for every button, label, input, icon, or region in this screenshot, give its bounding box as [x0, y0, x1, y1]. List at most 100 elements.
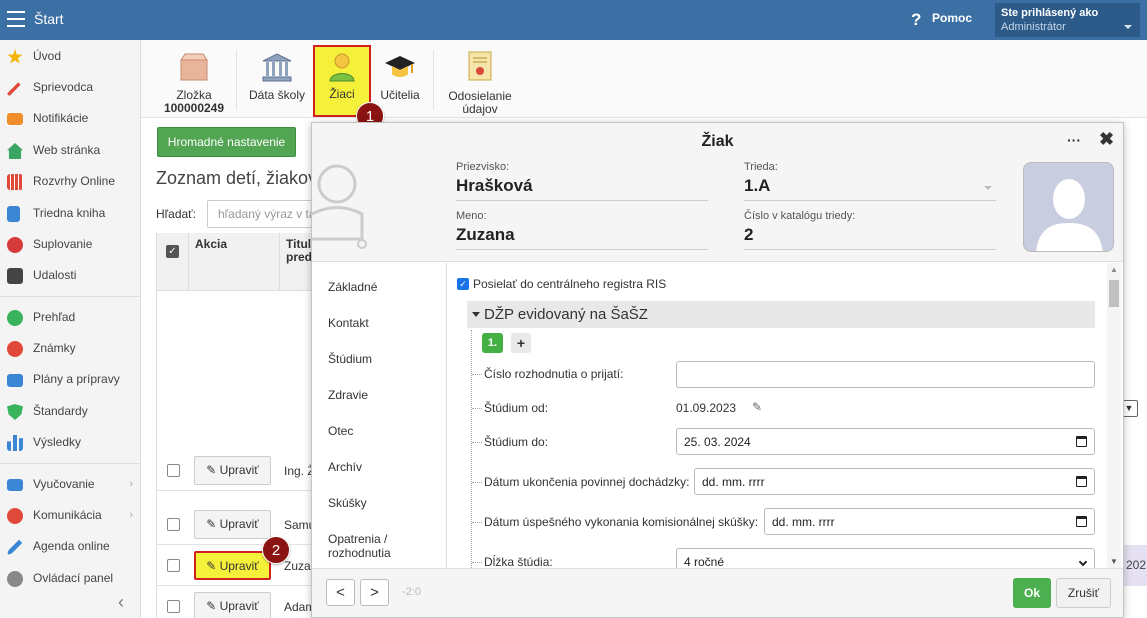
section-header-dzp[interactable]: DŽP evidovaný na ŠaŠZ: [467, 301, 1095, 328]
sidebar-item-udalosti[interactable]: Udalosti: [0, 261, 140, 291]
pupil-dialog: Žiak ··· ✖ Priezvisko: Hrašková Trieda: …: [311, 122, 1124, 618]
sidebar-item-notifikacie[interactable]: Notifikácie: [0, 104, 140, 134]
sidebar-item-sprievodca[interactable]: Sprievodca: [0, 73, 140, 103]
calendar-icon[interactable]: [1076, 436, 1087, 447]
help-icon[interactable]: ?: [911, 10, 921, 30]
decision-number-label: Číslo rozhodnutia o prijatí:: [484, 367, 624, 381]
row-checkbox[interactable]: [167, 464, 180, 477]
nav-item-otec[interactable]: Otec: [328, 424, 353, 438]
study-from-label: Štúdium od:: [484, 401, 549, 415]
open-book-icon: [7, 479, 23, 491]
ok-button[interactable]: Ok: [1013, 578, 1051, 608]
pupil-photo[interactable]: [1023, 162, 1114, 252]
caret-down-icon: [472, 312, 480, 317]
nav-item-zdravie[interactable]: Zdravie: [328, 388, 368, 402]
teachers-button[interactable]: Učitelia: [375, 46, 425, 106]
row-date-fragment: 202: [1124, 545, 1147, 586]
scroll-down-icon[interactable]: ▼: [1110, 557, 1118, 566]
bulk-settings-button[interactable]: Hromadné nastavenie: [157, 127, 296, 157]
pen-icon: [7, 539, 23, 555]
sidebar-item-standardy[interactable]: Štandardy: [0, 397, 140, 427]
app-title[interactable]: Štart: [34, 11, 64, 27]
dialog-scrollbar[interactable]: ▲ ▼: [1107, 263, 1121, 568]
class-value[interactable]: 1.A: [744, 176, 770, 196]
study-length-select[interactable]: 4 ročné: [676, 548, 1095, 568]
header-select-all[interactable]: ✓: [157, 233, 189, 291]
nav-item-skusky[interactable]: Skúšky: [328, 496, 367, 510]
search-input[interactable]: hľadaný výraz v tabuľke: [207, 200, 317, 228]
compulsory-attendance-end-input[interactable]: dd. mm. rrrr: [694, 468, 1095, 495]
sidebar-item-prehlad[interactable]: Prehľad: [0, 303, 140, 333]
commission-exam-date-input[interactable]: dd. mm. rrrr: [764, 508, 1095, 535]
catalog-underline: [744, 249, 996, 250]
collapse-sidebar-icon[interactable]: ‹: [118, 592, 124, 613]
nav-item-studium[interactable]: Štúdium: [328, 352, 372, 366]
pencil-edit-icon[interactable]: ✎: [752, 400, 762, 414]
edit-button[interactable]: ✎ Upraviť: [194, 510, 271, 539]
close-icon[interactable]: ✖: [1099, 129, 1114, 150]
sidebar-item-plany-a-pripravy[interactable]: Plány a prípravy: [0, 365, 140, 395]
decision-number-input[interactable]: [676, 361, 1095, 388]
row-checkbox[interactable]: [167, 559, 180, 572]
calendar-icon: [7, 268, 23, 284]
study-length-label: Dĺžka štúdia:: [484, 555, 553, 568]
sidebar-item-agenda-online[interactable]: Agenda online: [0, 532, 140, 562]
sidebar-item-ovladaci-panel[interactable]: Ovládací panel: [0, 564, 140, 594]
tree-branch: [472, 442, 482, 443]
chat-icon: [7, 508, 23, 524]
module-toolbar: Zložka 100000249 Dáta školy Žiaci Učitel…: [141, 40, 1147, 118]
sidebar-item-label: Agenda online: [33, 539, 110, 553]
nav-item-archiv[interactable]: Archív: [328, 460, 362, 474]
folder-button[interactable]: Zložka 100000249: [155, 46, 233, 115]
sidebar-item-vyucovanie[interactable]: Vyučovanie ›: [0, 470, 140, 500]
gear-icon: [7, 571, 23, 587]
column-header-action: Akcia: [189, 233, 280, 291]
scrollbar-thumb[interactable]: [1109, 280, 1119, 307]
chevron-right-icon: ›: [129, 509, 133, 521]
toolbar-divider: [433, 50, 434, 110]
sidebar-item-znamky[interactable]: Známky: [0, 334, 140, 364]
sidebar-item-web-stranka[interactable]: Web stránka: [0, 136, 140, 166]
sidebar-divider: [0, 296, 140, 297]
add-record-button[interactable]: +: [511, 333, 531, 353]
calendar-icon[interactable]: [1076, 476, 1087, 487]
row-checkbox[interactable]: [167, 518, 180, 531]
sidebar-item-label: Plány a prípravy: [33, 372, 120, 386]
sidebar-item-uvod[interactable]: Úvod: [0, 42, 140, 72]
sidebar-item-triedna-kniha[interactable]: Triedna kniha: [0, 199, 140, 229]
sidebar-item-komunikacia[interactable]: Komunikácia ›: [0, 501, 140, 531]
edit-button[interactable]: ✎ Upraviť: [194, 592, 271, 618]
pupils-label: Žiaci: [329, 87, 355, 101]
edit-button-highlighted[interactable]: ✎ Upraviť: [194, 551, 271, 580]
calendar-icon[interactable]: [1076, 516, 1087, 527]
row-checkbox[interactable]: [167, 600, 180, 613]
hamburger-menu-icon[interactable]: [7, 11, 25, 27]
help-link[interactable]: Pomoc: [932, 11, 972, 25]
nav-item-kontakt[interactable]: Kontakt: [328, 316, 369, 330]
sidebar-item-rozvrhy-online[interactable]: Rozvrhy Online: [0, 167, 140, 197]
select-all-checkbox[interactable]: ✓: [166, 245, 179, 258]
name-value: Zuzana: [456, 225, 515, 244]
sidebar-item-vysledky[interactable]: Výsledky: [0, 428, 140, 458]
dialog-nav: Základné Kontakt Štúdium Zdravie Otec Ar…: [312, 263, 447, 568]
next-record-button[interactable]: >: [360, 579, 389, 606]
name-underline: [456, 249, 708, 250]
commission-exam-date-label: Dátum úspešného vykonania komisionálnej …: [484, 515, 759, 529]
edit-button[interactable]: ✎ Upraviť: [194, 456, 271, 485]
nav-item-opatrenia[interactable]: Opatrenia / rozhodnutia: [328, 532, 391, 560]
more-options-icon[interactable]: ···: [1067, 132, 1081, 148]
user-menu[interactable]: Ste prihlásený ako Administrátor: [995, 3, 1140, 37]
school-data-button[interactable]: Dáta školy: [245, 46, 309, 106]
cancel-button[interactable]: Zrušiť: [1056, 578, 1111, 608]
ris-checkbox[interactable]: ✓: [457, 278, 469, 290]
record-tab-1[interactable]: 1.: [482, 333, 503, 353]
send-data-button[interactable]: Odosielanie údajov: [441, 46, 519, 116]
briefcase-icon: [7, 374, 23, 387]
scroll-up-icon[interactable]: ▲: [1110, 265, 1118, 274]
ris-checkbox-label[interactable]: Posielať do centrálneho registra RIS: [473, 277, 666, 291]
nav-item-zakladne[interactable]: Základné: [328, 280, 377, 294]
sidebar-item-label: Štandardy: [33, 404, 88, 418]
study-to-date-input[interactable]: 25. 03. 2024: [676, 428, 1095, 455]
previous-record-button[interactable]: <: [326, 579, 355, 606]
sidebar-item-suplovanie[interactable]: Suplovanie: [0, 230, 140, 260]
